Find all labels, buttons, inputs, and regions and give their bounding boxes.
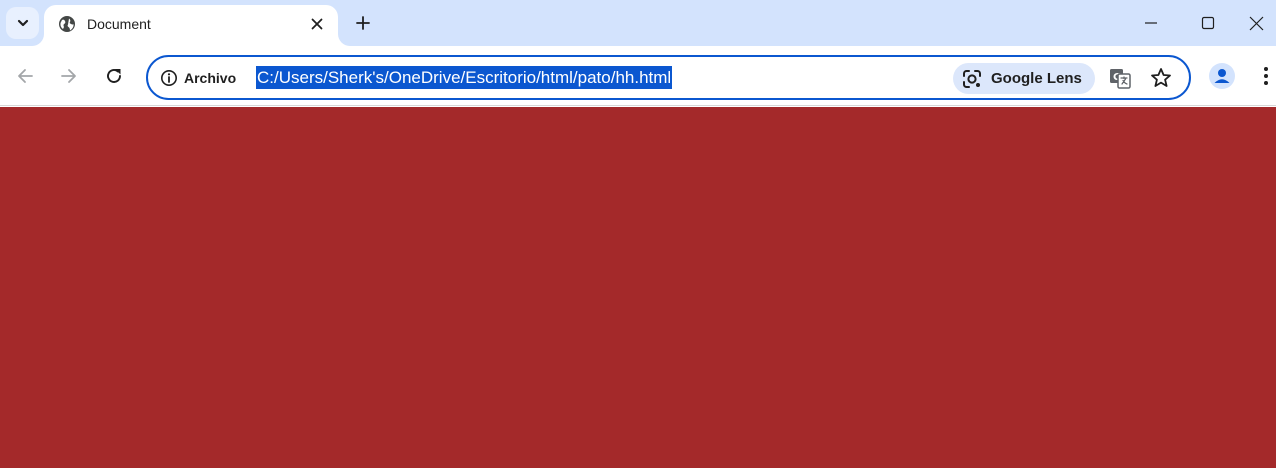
url-text[interactable]: C:/Users/Sherk's/OneDrive/Escritorio/htm… — [256, 66, 673, 89]
tab-strip: Document — [0, 0, 1276, 46]
google-lens-label: Google Lens — [991, 70, 1082, 87]
page-content — [0, 107, 1276, 468]
close-icon — [1249, 16, 1264, 30]
reload-icon — [107, 69, 121, 83]
tab-document[interactable]: Document — [44, 5, 338, 46]
person-icon — [1214, 69, 1230, 83]
new-tab-button[interactable] — [351, 11, 375, 35]
kebab-menu-icon — [1264, 67, 1268, 85]
minimize-icon — [1145, 22, 1157, 24]
translate-icon[interactable]: G — [1108, 66, 1132, 90]
maximize-button[interactable] — [1180, 0, 1236, 46]
address-bar[interactable]: Archivo C:/Users/Sherk's/OneDrive/Escrit… — [146, 55, 1191, 100]
info-icon[interactable] — [160, 69, 178, 87]
globe-icon — [59, 16, 75, 32]
maximize-icon — [1201, 16, 1215, 30]
lens-icon — [963, 70, 981, 88]
close-icon — [311, 18, 323, 30]
tab-title: Document — [87, 16, 151, 32]
chevron-down-icon — [17, 19, 28, 27]
plus-icon — [356, 16, 370, 30]
window-close-button[interactable] — [1237, 0, 1276, 46]
star-icon[interactable] — [1149, 66, 1173, 90]
toolbar: Archivo C:/Users/Sherk's/OneDrive/Escrit… — [0, 46, 1276, 106]
arrow-right-icon — [61, 69, 76, 83]
profile-button[interactable] — [1209, 63, 1235, 89]
minimize-button[interactable] — [1123, 0, 1179, 46]
menu-button[interactable] — [1257, 62, 1275, 90]
back-button[interactable] — [11, 62, 39, 90]
arrow-left-icon — [18, 69, 33, 83]
tab-close-button[interactable] — [307, 14, 327, 34]
reload-button[interactable] — [100, 62, 128, 90]
forward-button[interactable] — [55, 62, 83, 90]
site-info-label[interactable]: Archivo — [184, 69, 236, 87]
google-lens-button[interactable]: Google Lens — [953, 63, 1095, 94]
